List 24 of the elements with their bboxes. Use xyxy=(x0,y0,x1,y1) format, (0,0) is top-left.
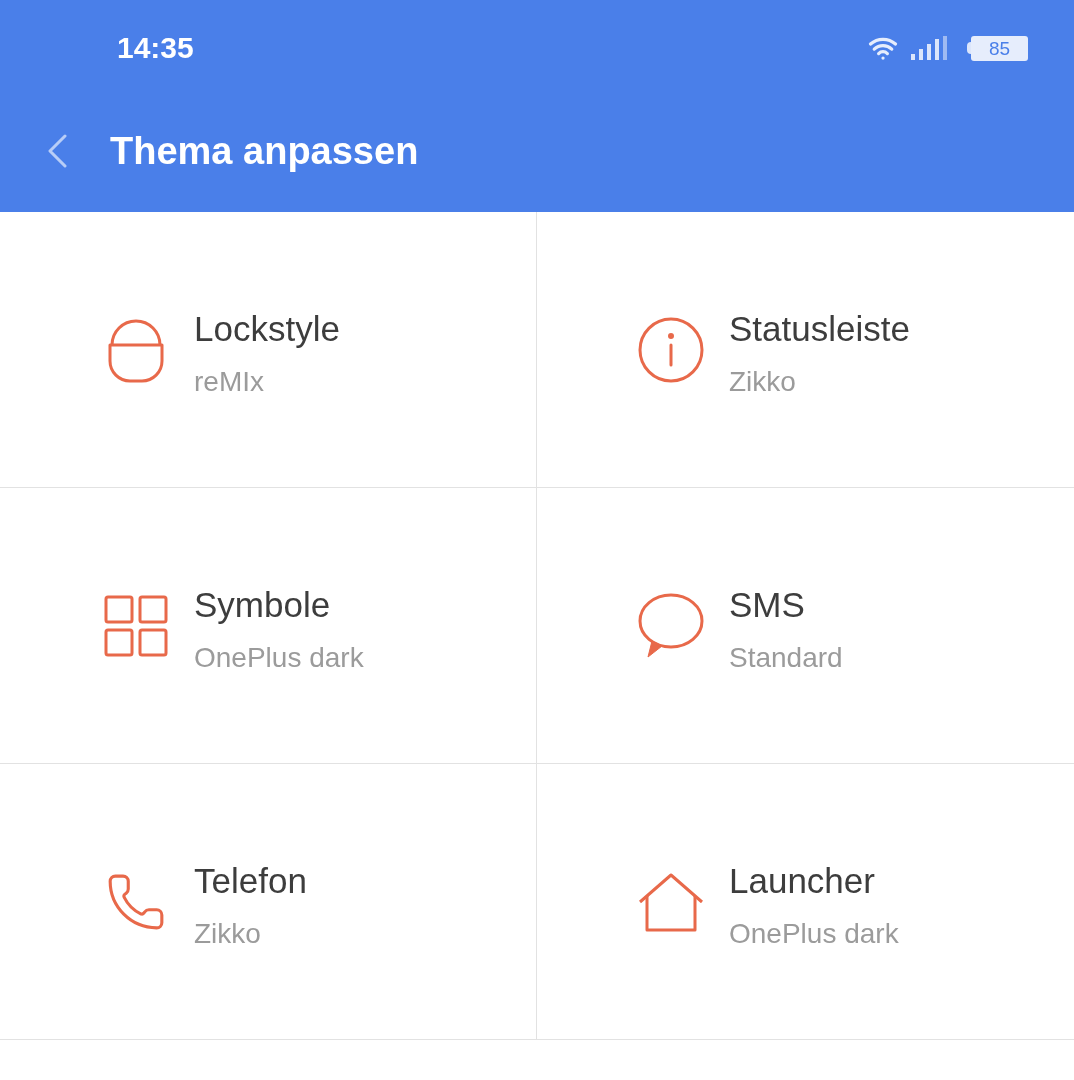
setting-value: Zikko xyxy=(729,364,797,399)
setting-title: Lockstyle xyxy=(194,308,340,349)
status-time: 14:35 xyxy=(117,33,194,63)
setting-value: Zikko xyxy=(194,916,262,951)
info-icon xyxy=(638,316,704,383)
house-icon xyxy=(638,871,704,932)
theme-setting-tile[interactable]: Symbole OnePlus dark xyxy=(0,488,537,764)
setting-title: Launcher xyxy=(729,860,876,901)
chevron-left-icon xyxy=(47,134,67,168)
setting-value: OnePlus dark xyxy=(729,916,899,951)
battery-percentage: 85 xyxy=(988,38,1011,58)
setting-title: Telefon xyxy=(194,860,307,901)
setting-title: SMS xyxy=(729,584,806,625)
setting-value: Standard xyxy=(729,640,843,675)
theme-setting-tile[interactable]: Telefon Zikko xyxy=(0,764,537,1040)
signal-icon xyxy=(911,36,949,60)
setting-value: reMIx xyxy=(194,364,265,399)
setting-title: Statusleiste xyxy=(729,308,910,349)
speech-bubble-icon xyxy=(638,592,704,659)
theme-setting-tile[interactable]: Lockstyle reMIx xyxy=(0,212,537,488)
setting-title: Symbole xyxy=(194,584,332,625)
page-title: Thema anpassen xyxy=(110,132,419,170)
setting-value: OnePlus dark xyxy=(194,640,364,675)
grid-icon xyxy=(104,594,168,657)
